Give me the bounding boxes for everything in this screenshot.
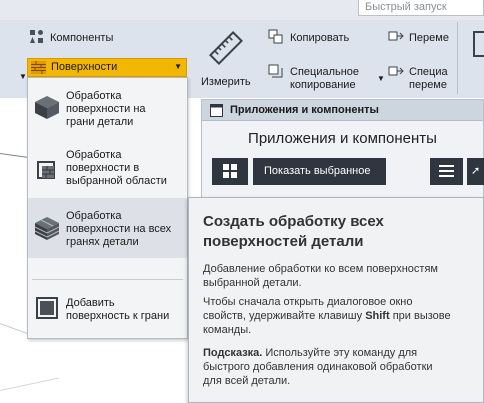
tooltip-title-line: поверхностей детали [203, 233, 364, 250]
hint-label: Подсказка. [203, 347, 263, 359]
menu-item-line: поверхности на всех [66, 223, 172, 235]
menu-item-surface-on-face[interactable]: Обработка поверхности на грани детали [28, 78, 187, 138]
surfaces-label: Поверхности [51, 61, 118, 73]
menu-item-add-surface-to-face[interactable]: Добавить поверхность к грани [28, 283, 187, 335]
menu-item-line: Обработка [66, 90, 122, 102]
panel-header-title: Приложения и компоненты [230, 104, 379, 116]
panel-header: Приложения и компоненты [202, 100, 483, 121]
surface-brick-icon [31, 61, 46, 74]
show-selected-label: Показать выбранное [264, 165, 371, 177]
special-move-button-line2[interactable]: переме [409, 79, 447, 92]
special-copy-button-line2[interactable]: копирование [290, 79, 356, 92]
add-surface-icon [36, 297, 58, 319]
tooltip-text-line: выбранной детали. [203, 277, 302, 289]
surface-area-icon [37, 161, 55, 179]
menu-item-surface-all-faces[interactable]: Обработка поверхности на всех гранях дет… [28, 198, 187, 258]
tooltip-text-line: свойств, удерживайте клавишу Shift при в… [203, 309, 477, 323]
ribbon-right-tool-icon [473, 31, 484, 57]
surfaces-dropdown-menu: Обработка поверхности на грани детали Об… [27, 77, 188, 339]
surface-on-face-icon [35, 96, 59, 119]
surfaces-chevron-down-icon: ▼ [174, 62, 182, 71]
copy-button[interactable]: Копировать [290, 32, 349, 45]
grid-view-button[interactable] [212, 158, 248, 185]
show-selected-button[interactable]: Показать выбранное [253, 158, 386, 185]
move-button[interactable]: Переме [409, 32, 449, 45]
tooltip-text-line: команды. [203, 324, 252, 336]
tooltip-title: Создать обработку всех поверхностей дета… [203, 212, 473, 252]
surface-all-faces-icon [34, 217, 60, 240]
menu-item-line: Обработка [66, 149, 122, 161]
shift-key-label: Shift [365, 310, 390, 322]
arrow-icon: ➚ [471, 165, 481, 177]
ribbon-separator [457, 22, 458, 94]
tooltip-text-fragment: Используйте эту команду для [262, 347, 418, 359]
menu-lines-icon [439, 165, 454, 177]
measure-ruler-icon [209, 31, 243, 65]
panel-title: Приложения и компоненты [248, 130, 437, 147]
left-caret-icon[interactable]: ▼ [19, 70, 27, 83]
menu-separator [32, 279, 183, 280]
menu-item-line: поверхности на [66, 103, 146, 115]
special-copy-chevron-down-icon[interactable]: ▼ [377, 72, 385, 85]
menu-item-line: Обработка [66, 210, 122, 222]
components-button[interactable]: Компоненты [50, 32, 113, 45]
panel-extra-button[interactable]: ➚ [467, 158, 484, 185]
panel-dock-icon [210, 104, 223, 117]
surfaces-dropdown-button[interactable]: Поверхности ▼ [27, 58, 187, 77]
components-icon [30, 30, 43, 43]
menu-item-line: поверхность к грани [66, 310, 170, 322]
tooltip-text-line: Подсказка. Используйте эту команду для [203, 346, 477, 360]
tooltip-hint: Подсказка. Используйте эту команду для б… [203, 346, 477, 388]
menu-item-line: выбранной области [66, 175, 167, 187]
menu-item-line: гранях детали [66, 236, 139, 248]
tooltip-shift-note: Чтобы сначала открыть диалоговое окно св… [203, 295, 477, 337]
tooltip-text-line: Добавление обработки ко всем поверхностя… [203, 263, 438, 275]
list-view-button[interactable] [430, 158, 463, 185]
measure-button[interactable]: Измерить [201, 76, 251, 89]
tooltip-text-line: Чтобы сначала открыть диалоговое окно [203, 296, 413, 308]
special-copy-icon [268, 64, 283, 78]
move-icon [388, 31, 404, 41]
tooltip-text-line: быстрого добавления одинаковой обработки [203, 361, 433, 373]
menu-item-line: поверхности в [66, 162, 140, 174]
grid-icon [223, 164, 237, 178]
tooltip-description: Добавление обработки ко всем поверхностя… [203, 262, 477, 290]
special-move-icon [388, 66, 404, 76]
tooltip-text-fragment: при вызове [389, 310, 451, 322]
special-move-button-line1[interactable]: Специа [409, 66, 448, 79]
tooltip-text-fragment: свойств, удерживайте клавишу [203, 310, 366, 322]
tooltip-text-line: для всей детали. [203, 375, 291, 387]
tooltip-title-line: Создать обработку всех [203, 213, 384, 230]
special-copy-button-line1[interactable]: Специальное [290, 66, 359, 79]
menu-item-surface-in-area[interactable]: Обработка поверхности в выбранной област… [28, 140, 187, 197]
menu-item-line: Добавить [66, 297, 115, 309]
copy-icon [268, 29, 283, 44]
command-tooltip: Создать обработку всех поверхностей дета… [188, 197, 484, 403]
menu-item-line: грани детали [66, 116, 134, 128]
quick-launch-search[interactable]: Быстрый запуск [358, 0, 484, 16]
